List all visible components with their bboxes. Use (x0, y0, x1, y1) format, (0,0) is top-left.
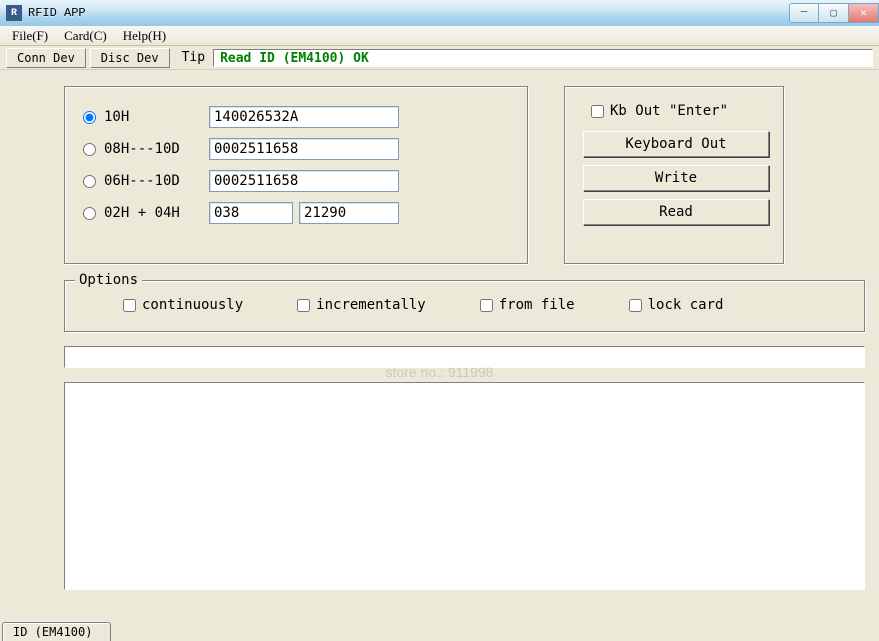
log-area[interactable] (64, 382, 865, 590)
options-group: Options continuously incrementally from … (64, 280, 865, 332)
kb-out-enter-check[interactable]: Kb Out "Enter" (591, 101, 769, 121)
blank-field[interactable] (64, 346, 865, 368)
radio-06h-10d-label: 06H---10D (104, 173, 180, 189)
radio-10h[interactable]: 10H (79, 109, 209, 125)
app-icon: R (6, 5, 22, 21)
opt-continuously-label: continuously (142, 297, 243, 313)
read-button[interactable]: Read (583, 199, 769, 225)
radio-02h-04h-label: 02H + 04H (104, 205, 180, 221)
radio-10h-label: 10H (104, 109, 129, 125)
status-tab-label[interactable]: ID (EM4100) (2, 622, 111, 641)
value-08h-10d-input[interactable] (209, 138, 399, 160)
conn-dev-button[interactable]: Conn Dev (6, 48, 86, 68)
opt-incrementally[interactable]: incrementally (297, 297, 426, 313)
tip-text: Read ID (EM4100) OK (213, 49, 873, 67)
minimize-button[interactable]: ─ (789, 3, 819, 23)
opt-continuously-checkbox[interactable] (123, 299, 136, 312)
value-04h-input[interactable] (299, 202, 399, 224)
radio-08h-10d[interactable]: 08H---10D (79, 141, 209, 157)
menu-file[interactable]: File(F) (4, 26, 56, 46)
keyboard-out-button[interactable]: Keyboard Out (583, 131, 769, 157)
radio-02h-04h[interactable]: 02H + 04H (79, 205, 209, 221)
kb-out-enter-checkbox[interactable] (591, 105, 604, 118)
write-button[interactable]: Write (583, 165, 769, 191)
radio-08h-10d-label: 08H---10D (104, 141, 180, 157)
value-06h-10d-input[interactable] (209, 170, 399, 192)
opt-incrementally-label: incrementally (316, 297, 426, 313)
radio-06h-10d[interactable]: 06H---10D (79, 173, 209, 189)
format-group: 10H 08H---10D 06H---10D (64, 86, 528, 264)
window-titlebar: R RFID APP ─ ▢ ✕ (0, 0, 879, 26)
tip-label: Tip (174, 50, 209, 65)
toolbar: Conn Dev Disc Dev Tip Read ID (EM4100) O… (0, 46, 879, 70)
radio-10h-input[interactable] (83, 111, 96, 124)
value-10h-input[interactable] (209, 106, 399, 128)
value-02h-input[interactable] (209, 202, 293, 224)
opt-continuously[interactable]: continuously (123, 297, 243, 313)
opt-lock-card-checkbox[interactable] (629, 299, 642, 312)
options-legend: Options (75, 272, 142, 288)
kb-out-enter-label: Kb Out "Enter" (610, 103, 728, 119)
maximize-button[interactable]: ▢ (819, 3, 849, 23)
opt-lock-card-label: lock card (648, 297, 724, 313)
radio-08h-10d-input[interactable] (83, 143, 96, 156)
radio-06h-10d-input[interactable] (83, 175, 96, 188)
opt-from-file-checkbox[interactable] (480, 299, 493, 312)
client-area: 10H 08H---10D 06H---10D (0, 70, 879, 641)
action-group: Kb Out "Enter" Keyboard Out Write Read (564, 86, 784, 264)
opt-from-file[interactable]: from file (480, 297, 575, 313)
opt-lock-card[interactable]: lock card (629, 297, 724, 313)
status-tab: ID (EM4100) (2, 621, 111, 641)
menu-card[interactable]: Card(C) (56, 26, 115, 46)
disc-dev-button[interactable]: Disc Dev (90, 48, 170, 68)
menu-help[interactable]: Help(H) (115, 26, 174, 46)
close-button[interactable]: ✕ (849, 3, 879, 23)
opt-incrementally-checkbox[interactable] (297, 299, 310, 312)
window-title: RFID APP (28, 6, 86, 20)
menu-bar: File(F) Card(C) Help(H) (0, 26, 879, 46)
opt-from-file-label: from file (499, 297, 575, 313)
radio-02h-04h-input[interactable] (83, 207, 96, 220)
